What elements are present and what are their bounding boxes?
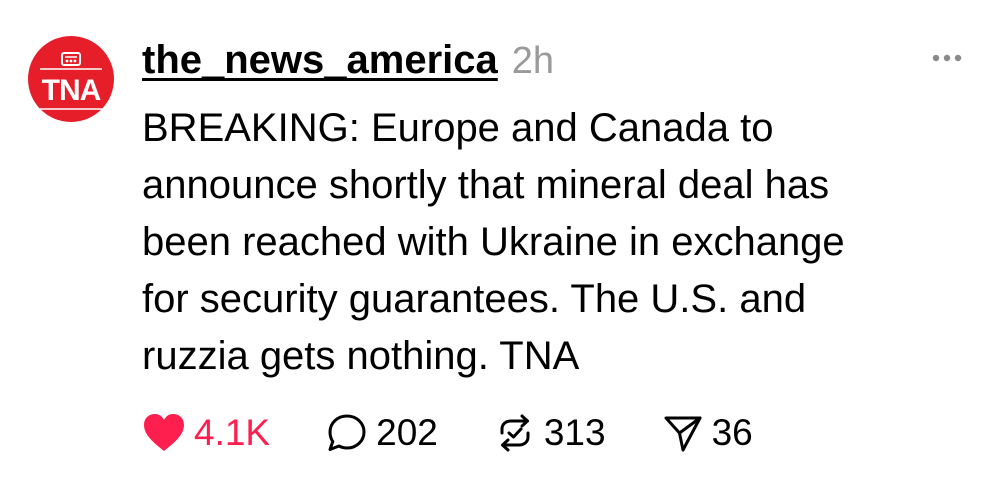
username[interactable]: the_news_america	[142, 38, 498, 83]
repost-count: 313	[543, 412, 606, 453]
like-button[interactable]: 4.1K	[142, 412, 270, 454]
timestamp: 2h	[511, 40, 555, 82]
more-horizontal-icon	[932, 54, 962, 62]
share-count: 36	[711, 412, 753, 453]
send-icon	[664, 416, 702, 452]
post-card: TNA the_news_america 2h BREAKING: Europe…	[0, 0, 1000, 484]
repost-icon	[500, 414, 530, 452]
more-options-button[interactable]	[928, 48, 968, 68]
comment-count: 202	[376, 412, 438, 453]
repost-button[interactable]: 313	[494, 412, 606, 454]
share-button[interactable]: 36	[662, 412, 753, 454]
like-count: 4.1K	[194, 412, 271, 453]
comment-button[interactable]: 202	[326, 412, 438, 454]
avatar-text: TNA	[41, 74, 102, 107]
action-bar: 4.1K 202 313 36	[142, 408, 753, 458]
post-header: the_news_america 2h	[142, 38, 554, 86]
post-text: BREAKING: Europe and Canada to announce …	[142, 106, 845, 378]
comment-icon	[328, 414, 366, 451]
heart-icon	[144, 414, 184, 451]
avatar[interactable]: TNA	[28, 36, 114, 122]
